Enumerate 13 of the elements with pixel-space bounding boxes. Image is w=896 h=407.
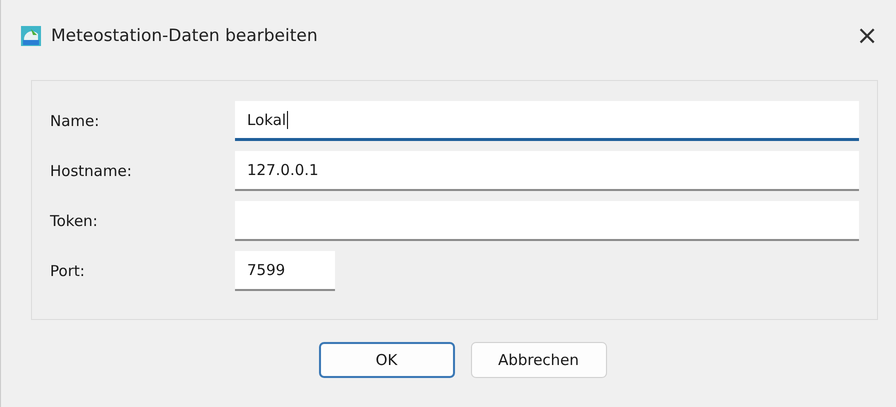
field-label: Name:: [50, 112, 100, 130]
field-label: Hostname:: [50, 162, 133, 180]
close-button[interactable]: ×: [842, 21, 892, 51]
window-title: Meteostation-Daten bearbeiten: [51, 26, 319, 46]
field-label: Port:: [50, 262, 86, 280]
input-field[interactable]: 127.0.0.1: [235, 151, 859, 191]
app-logo-icon: [21, 26, 41, 46]
input-field[interactable]: Lokal: [235, 101, 859, 141]
dialog-button[interactable]: OK: [318, 342, 454, 378]
field-label: Token:: [50, 212, 99, 230]
input-field[interactable]: [235, 201, 859, 241]
dialog-button[interactable]: Abbrechen: [470, 342, 606, 378]
input-field[interactable]: 7599: [235, 251, 335, 291]
